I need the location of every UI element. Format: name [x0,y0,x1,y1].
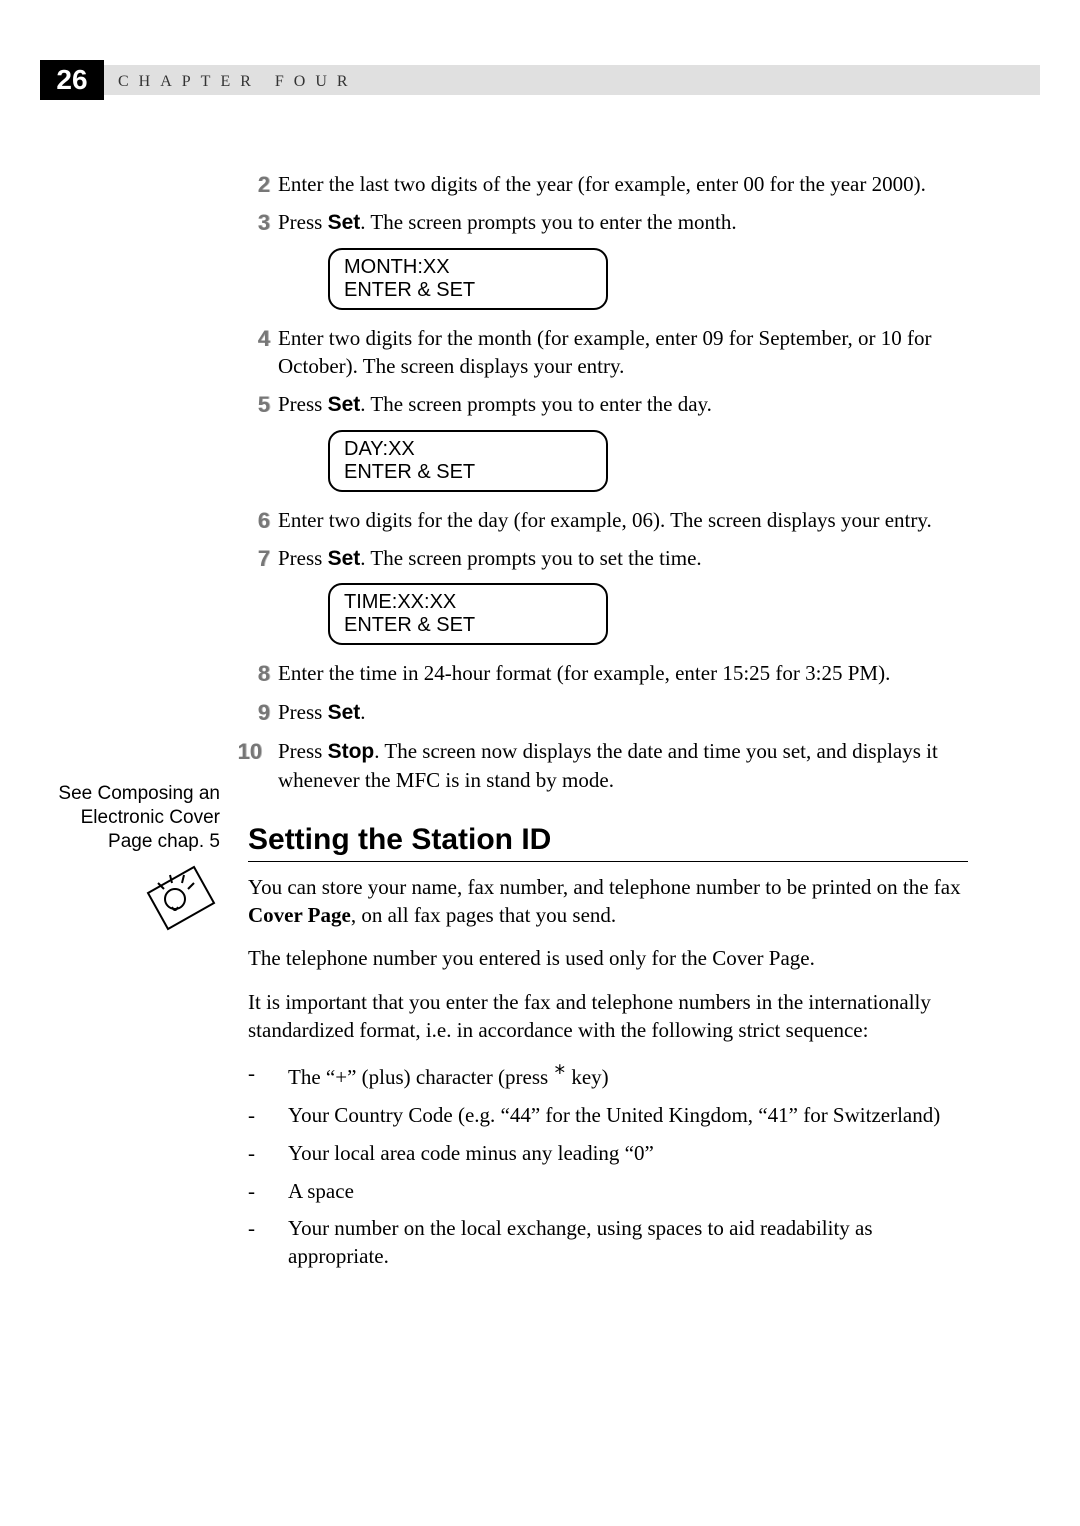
text: You can store your name, fax number, and… [248,875,961,899]
step-9: 9 Press Set. [248,698,968,727]
star-key-icon: * [553,1061,566,1085]
step-text: . The screen prompts you to enter the da… [360,392,712,416]
list-item: Your Country Code (e.g. “44” for the Uni… [248,1102,968,1130]
step-number: 7 [240,544,270,574]
step-number: 2 [240,170,270,200]
idea-bulb-icon [142,863,220,933]
step-4: 4 Enter two digits for the month (for ex… [248,324,968,381]
step-text: Press [278,210,328,234]
page-number: 26 [56,64,87,96]
main-content: 2 Enter the last two digits of the year … [248,170,968,1281]
step-text: Enter two digits for the month (for exam… [278,326,931,378]
body-paragraph: It is important that you enter the fax a… [248,989,968,1044]
page-number-box: 26 [40,60,104,100]
lcd-display: TIME:XX:XX ENTER & SET [328,583,608,645]
lcd-line1: DAY:XX [344,438,415,460]
step-text: . The screen now displays the date and t… [278,739,938,792]
step-number: 8 [240,659,270,689]
bullet-list: The “+” (plus) character (press * key) Y… [248,1060,968,1270]
step-8: 8 Enter the time in 24-hour format (for … [248,659,968,687]
sidebar-note: See Composing an Electronic Cover Page c… [50,782,220,940]
step-7: 7 Press Set. The screen prompts you to s… [248,544,968,573]
step-number: 9 [240,698,270,728]
step-number: 6 [240,506,270,536]
step-10: 10 Press Stop. The screen now displays t… [248,737,968,795]
set-key: Set [328,393,361,416]
set-key: Set [328,547,361,570]
cover-page-bold: Cover Page [248,903,351,927]
step-text: Enter the time in 24-hour format (for ex… [278,661,890,685]
step-number: 5 [240,390,270,420]
lcd-line2: ENTER & SET [344,614,475,636]
step-list: 2 Enter the last two digits of the year … [248,170,968,795]
list-item: Your local area code minus any leading “… [248,1140,968,1168]
step-5: 5 Press Set. The screen prompts you to e… [248,390,968,419]
step-text: Press [278,700,328,724]
text: key) [566,1065,609,1089]
lcd-line2: ENTER & SET [344,461,475,483]
sidebar-text: See Composing an Electronic Cover Page c… [50,782,220,853]
step-text: . [360,700,365,724]
body-paragraph: The telephone number you entered is used… [248,945,968,973]
step-3: 3 Press Set. The screen prompts you to e… [248,208,968,237]
step-text: Enter the last two digits of the year (f… [278,172,926,196]
lcd-line1: MONTH:XX [344,256,450,278]
step-text: Press [278,546,328,570]
text: , on all fax pages that you send. [351,903,616,927]
step-number: 10 [232,737,262,767]
step-number: 4 [240,324,270,354]
page: 26 CHAPTER FOUR See Composing an Electro… [0,0,1080,1526]
list-item: The “+” (plus) character (press * key) [248,1060,968,1092]
lcd-line2: ENTER & SET [344,279,475,301]
step-2: 2 Enter the last two digits of the year … [248,170,968,198]
stop-key: Stop [328,740,375,763]
list-item: A space [248,1178,968,1206]
step-text: Press [278,392,328,416]
list-item: Your number on the local exchange, using… [248,1215,968,1270]
step-text: . The screen prompts you to enter the mo… [360,210,736,234]
section-heading: Setting the Station ID [248,823,968,857]
step-text: Enter two digits for the day (for exampl… [278,508,932,532]
step-text: . The screen prompts you to set the time… [360,546,701,570]
body-paragraph: You can store your name, fax number, and… [248,874,968,929]
lcd-display: MONTH:XX ENTER & SET [328,248,608,310]
set-key: Set [328,701,361,724]
set-key: Set [328,211,361,234]
section-rule [248,861,968,862]
chapter-label: CHAPTER FOUR [118,73,358,91]
lcd-line1: TIME:XX:XX [344,591,456,613]
step-number: 3 [240,208,270,238]
lcd-display: DAY:XX ENTER & SET [328,430,608,492]
text: The “+” (plus) character (press [288,1065,553,1089]
step-6: 6 Enter two digits for the day (for exam… [248,506,968,534]
step-text: Press [278,739,328,763]
